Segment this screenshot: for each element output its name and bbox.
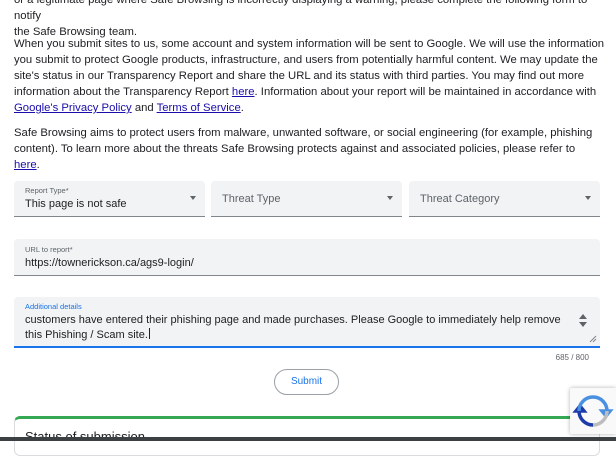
bottom-bar — [0, 437, 616, 441]
additional-details-label: Additional details — [25, 302, 82, 311]
caret-down-icon — [387, 196, 393, 200]
recaptcha-badge[interactable] — [570, 388, 616, 434]
report-type-value: This page is not safe — [25, 198, 127, 210]
threats-policy-link[interactable]: here — [14, 159, 37, 171]
aims-period: . — [36, 159, 40, 171]
caret-down-icon — [585, 196, 591, 200]
threat-category-select[interactable]: Threat Category — [409, 181, 600, 217]
intro-paragraph: or a legitimate page where Safe Browsing… — [14, 0, 604, 40]
report-type-label: Report Type* — [25, 186, 69, 195]
additional-details-text[interactable]: customers have entered their phishing pa… — [25, 313, 573, 343]
character-counter: 685 / 800 — [555, 353, 589, 362]
terms-of-service-link[interactable]: Terms of Service — [157, 102, 241, 114]
intro-text: or a legitimate page where Safe Browsing… — [14, 0, 588, 22]
url-label: URL to report* — [25, 245, 73, 254]
resize-handle-icon[interactable] — [589, 335, 597, 343]
threat-type-select[interactable]: Threat Type — [211, 181, 402, 217]
submission-info-text-2: . Information about your report will be … — [254, 86, 597, 98]
submit-button[interactable]: Submit — [274, 369, 339, 395]
period-text: . — [240, 102, 244, 114]
recaptcha-logo-icon — [572, 395, 614, 427]
additional-details-field[interactable]: Additional details customers have entere… — [14, 297, 600, 348]
threat-category-placeholder: Threat Category — [420, 193, 500, 205]
status-of-submission-card: Status of submission — [14, 416, 600, 456]
report-type-select[interactable]: Report Type* This page is not safe — [14, 181, 205, 217]
caret-down-icon — [190, 196, 196, 200]
spinner-arrows-icon[interactable] — [578, 314, 588, 328]
submission-info-paragraph: When you submit sites to us, some accoun… — [14, 36, 604, 116]
privacy-policy-link[interactable]: Google's Privacy Policy — [14, 102, 132, 114]
threat-type-placeholder: Threat Type — [222, 193, 281, 205]
transparency-report-link[interactable]: here — [232, 86, 255, 98]
safe-browsing-aims-paragraph: Safe Browsing aims to protect users from… — [14, 125, 604, 173]
aims-text: Safe Browsing aims to protect users from… — [14, 127, 593, 155]
additional-details-value: customers have entered their phishing pa… — [25, 314, 561, 341]
and-text: and — [131, 102, 157, 114]
url-to-report-field[interactable]: URL to report* https://townerickson.ca/a… — [14, 239, 600, 276]
text-cursor — [148, 328, 150, 339]
url-value: https://townerickson.ca/ags9-login/ — [25, 257, 194, 269]
